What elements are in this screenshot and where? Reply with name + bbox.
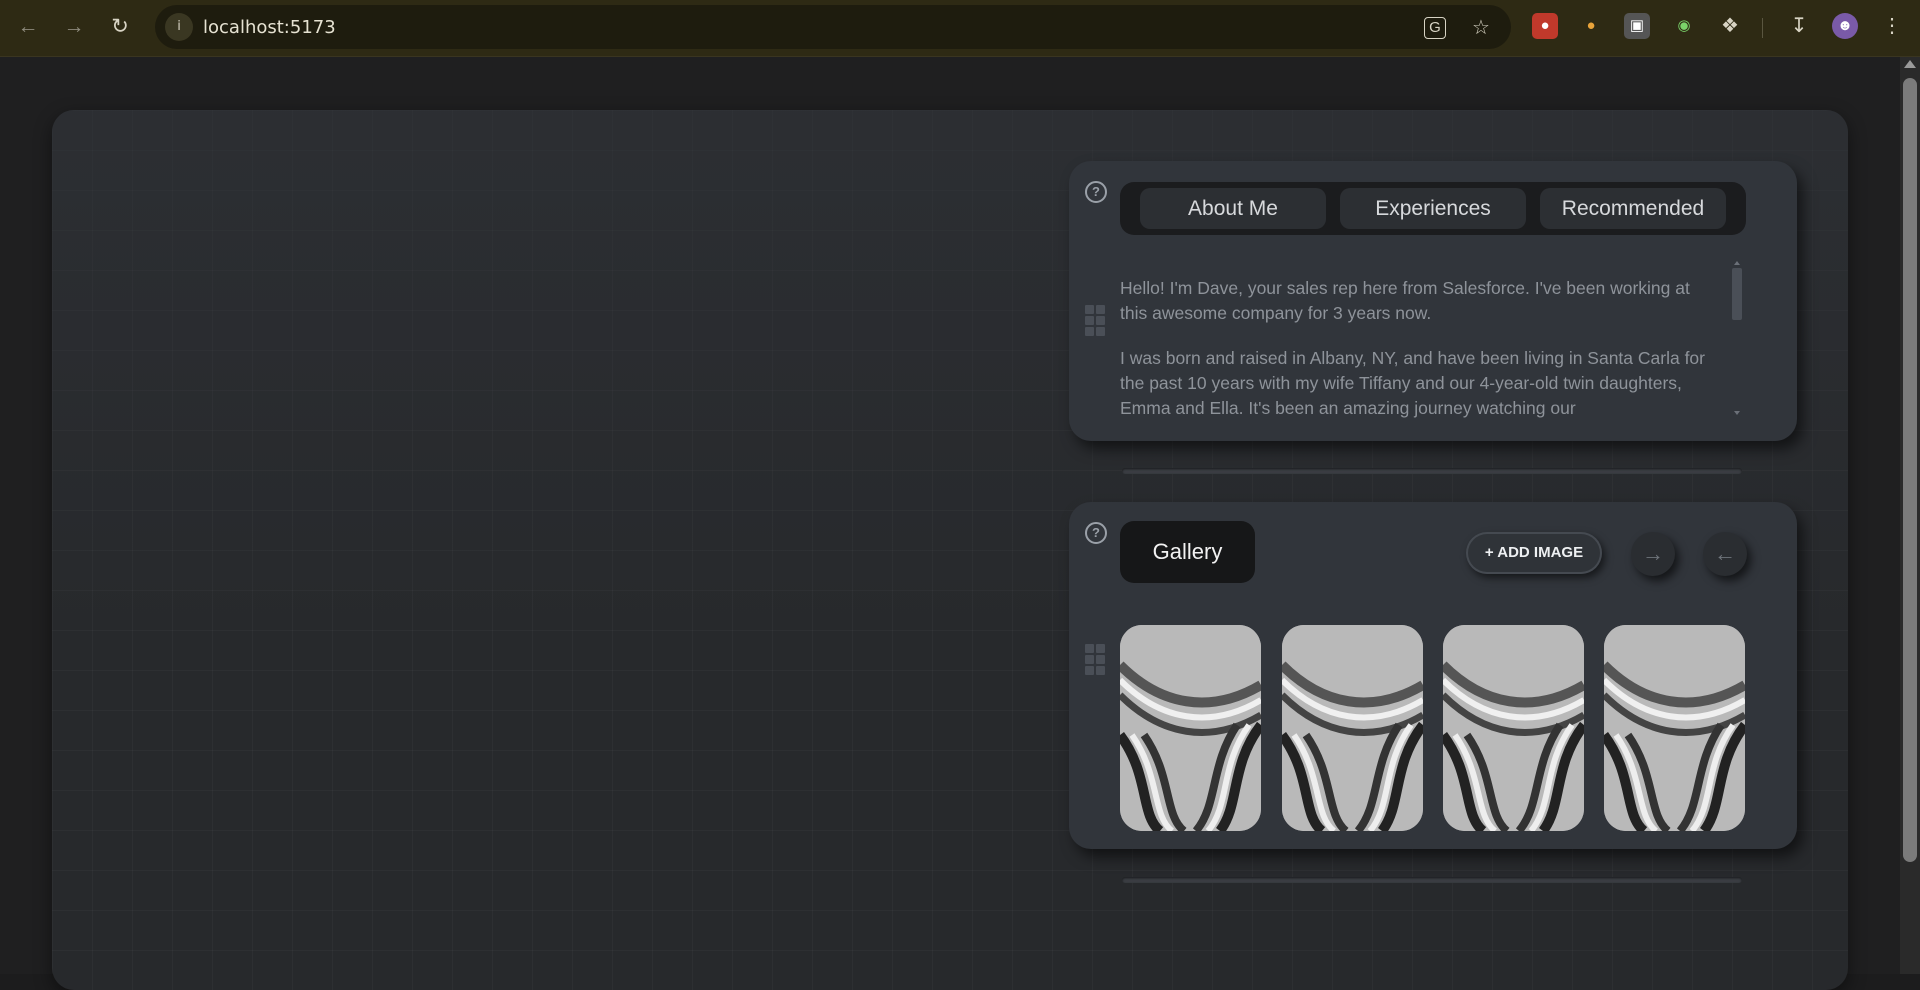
drag-handle-icon[interactable] [1085, 644, 1105, 675]
add-image-button[interactable]: + ADD IMAGE [1466, 532, 1602, 574]
about-paragraph: Hello! I'm Dave, your sales rep here fro… [1120, 278, 1690, 323]
site-info-icon[interactable]: i [165, 13, 193, 41]
browser-toolbar: ← → ↻ i localhost:5173 G ☆ ● ● ▣ ◉ ❖ ↧ ☻… [0, 0, 1920, 57]
resize-divider[interactable] [1122, 468, 1742, 474]
tab-bar: About Me Experiences Recommended [1120, 182, 1746, 235]
tab-recommended[interactable]: Recommended [1540, 188, 1726, 229]
profile-avatar[interactable]: ☻ [1832, 13, 1858, 39]
gallery-image[interactable] [1443, 625, 1584, 831]
kebab-menu-icon[interactable]: ⋮ [1879, 13, 1905, 39]
inner-scroll-thumb[interactable] [1732, 268, 1742, 320]
translate-icon[interactable]: G [1424, 17, 1446, 39]
about-paragraph: I was born and raised in Albany, NY, and… [1120, 348, 1705, 418]
resize-divider[interactable] [1122, 877, 1742, 883]
architecture-photo [1604, 625, 1745, 831]
about-widget: ? About Me Experiences Recommended Hello… [1069, 161, 1797, 441]
gallery-image[interactable] [1604, 625, 1745, 831]
inner-scroll-up-icon[interactable] [1734, 261, 1740, 265]
architecture-photo [1282, 625, 1423, 831]
gallery-title: Gallery [1120, 521, 1255, 583]
tab-experiences[interactable]: Experiences [1340, 188, 1526, 229]
reload-icon[interactable]: ↻ [106, 13, 134, 41]
address-bar[interactable]: i localhost:5173 G ☆ [155, 5, 1511, 49]
architecture-photo [1443, 625, 1584, 831]
drag-handle-icon[interactable] [1085, 305, 1105, 336]
extension-icon-window[interactable]: ▣ [1624, 13, 1650, 39]
extensions-puzzle-icon[interactable]: ❖ [1717, 13, 1743, 39]
gallery-widget: ? Gallery + ADD IMAGE → ← [1069, 502, 1797, 849]
gallery-image[interactable] [1282, 625, 1423, 831]
about-text-panel[interactable]: Hello! I'm Dave, your sales rep here fro… [1120, 276, 1712, 430]
gallery-image[interactable] [1120, 625, 1261, 831]
scroll-up-arrow-icon[interactable] [1904, 60, 1916, 68]
prev-arrow-button[interactable]: ← [1703, 532, 1747, 576]
back-arrow-icon[interactable]: ← [14, 13, 42, 41]
extension-icon-red[interactable]: ● [1532, 13, 1558, 39]
tab-about-me[interactable]: About Me [1140, 188, 1326, 229]
page-scroll-thumb[interactable] [1903, 78, 1917, 862]
forward-arrow-icon[interactable]: → [60, 13, 88, 41]
bookmark-star-icon[interactable]: ☆ [1468, 15, 1494, 41]
extension-icon-capsule[interactable]: ● [1578, 13, 1604, 39]
inner-scroll-down-icon[interactable] [1734, 411, 1740, 415]
next-arrow-button[interactable]: → [1631, 532, 1675, 576]
download-icon[interactable]: ↧ [1786, 13, 1812, 39]
help-icon[interactable]: ? [1085, 181, 1107, 203]
extension-icon-orb[interactable]: ◉ [1671, 13, 1697, 39]
architecture-photo [1120, 625, 1261, 831]
toolbar-divider [1762, 18, 1763, 38]
url-text[interactable]: localhost:5173 [203, 17, 336, 38]
help-icon[interactable]: ? [1085, 522, 1107, 544]
